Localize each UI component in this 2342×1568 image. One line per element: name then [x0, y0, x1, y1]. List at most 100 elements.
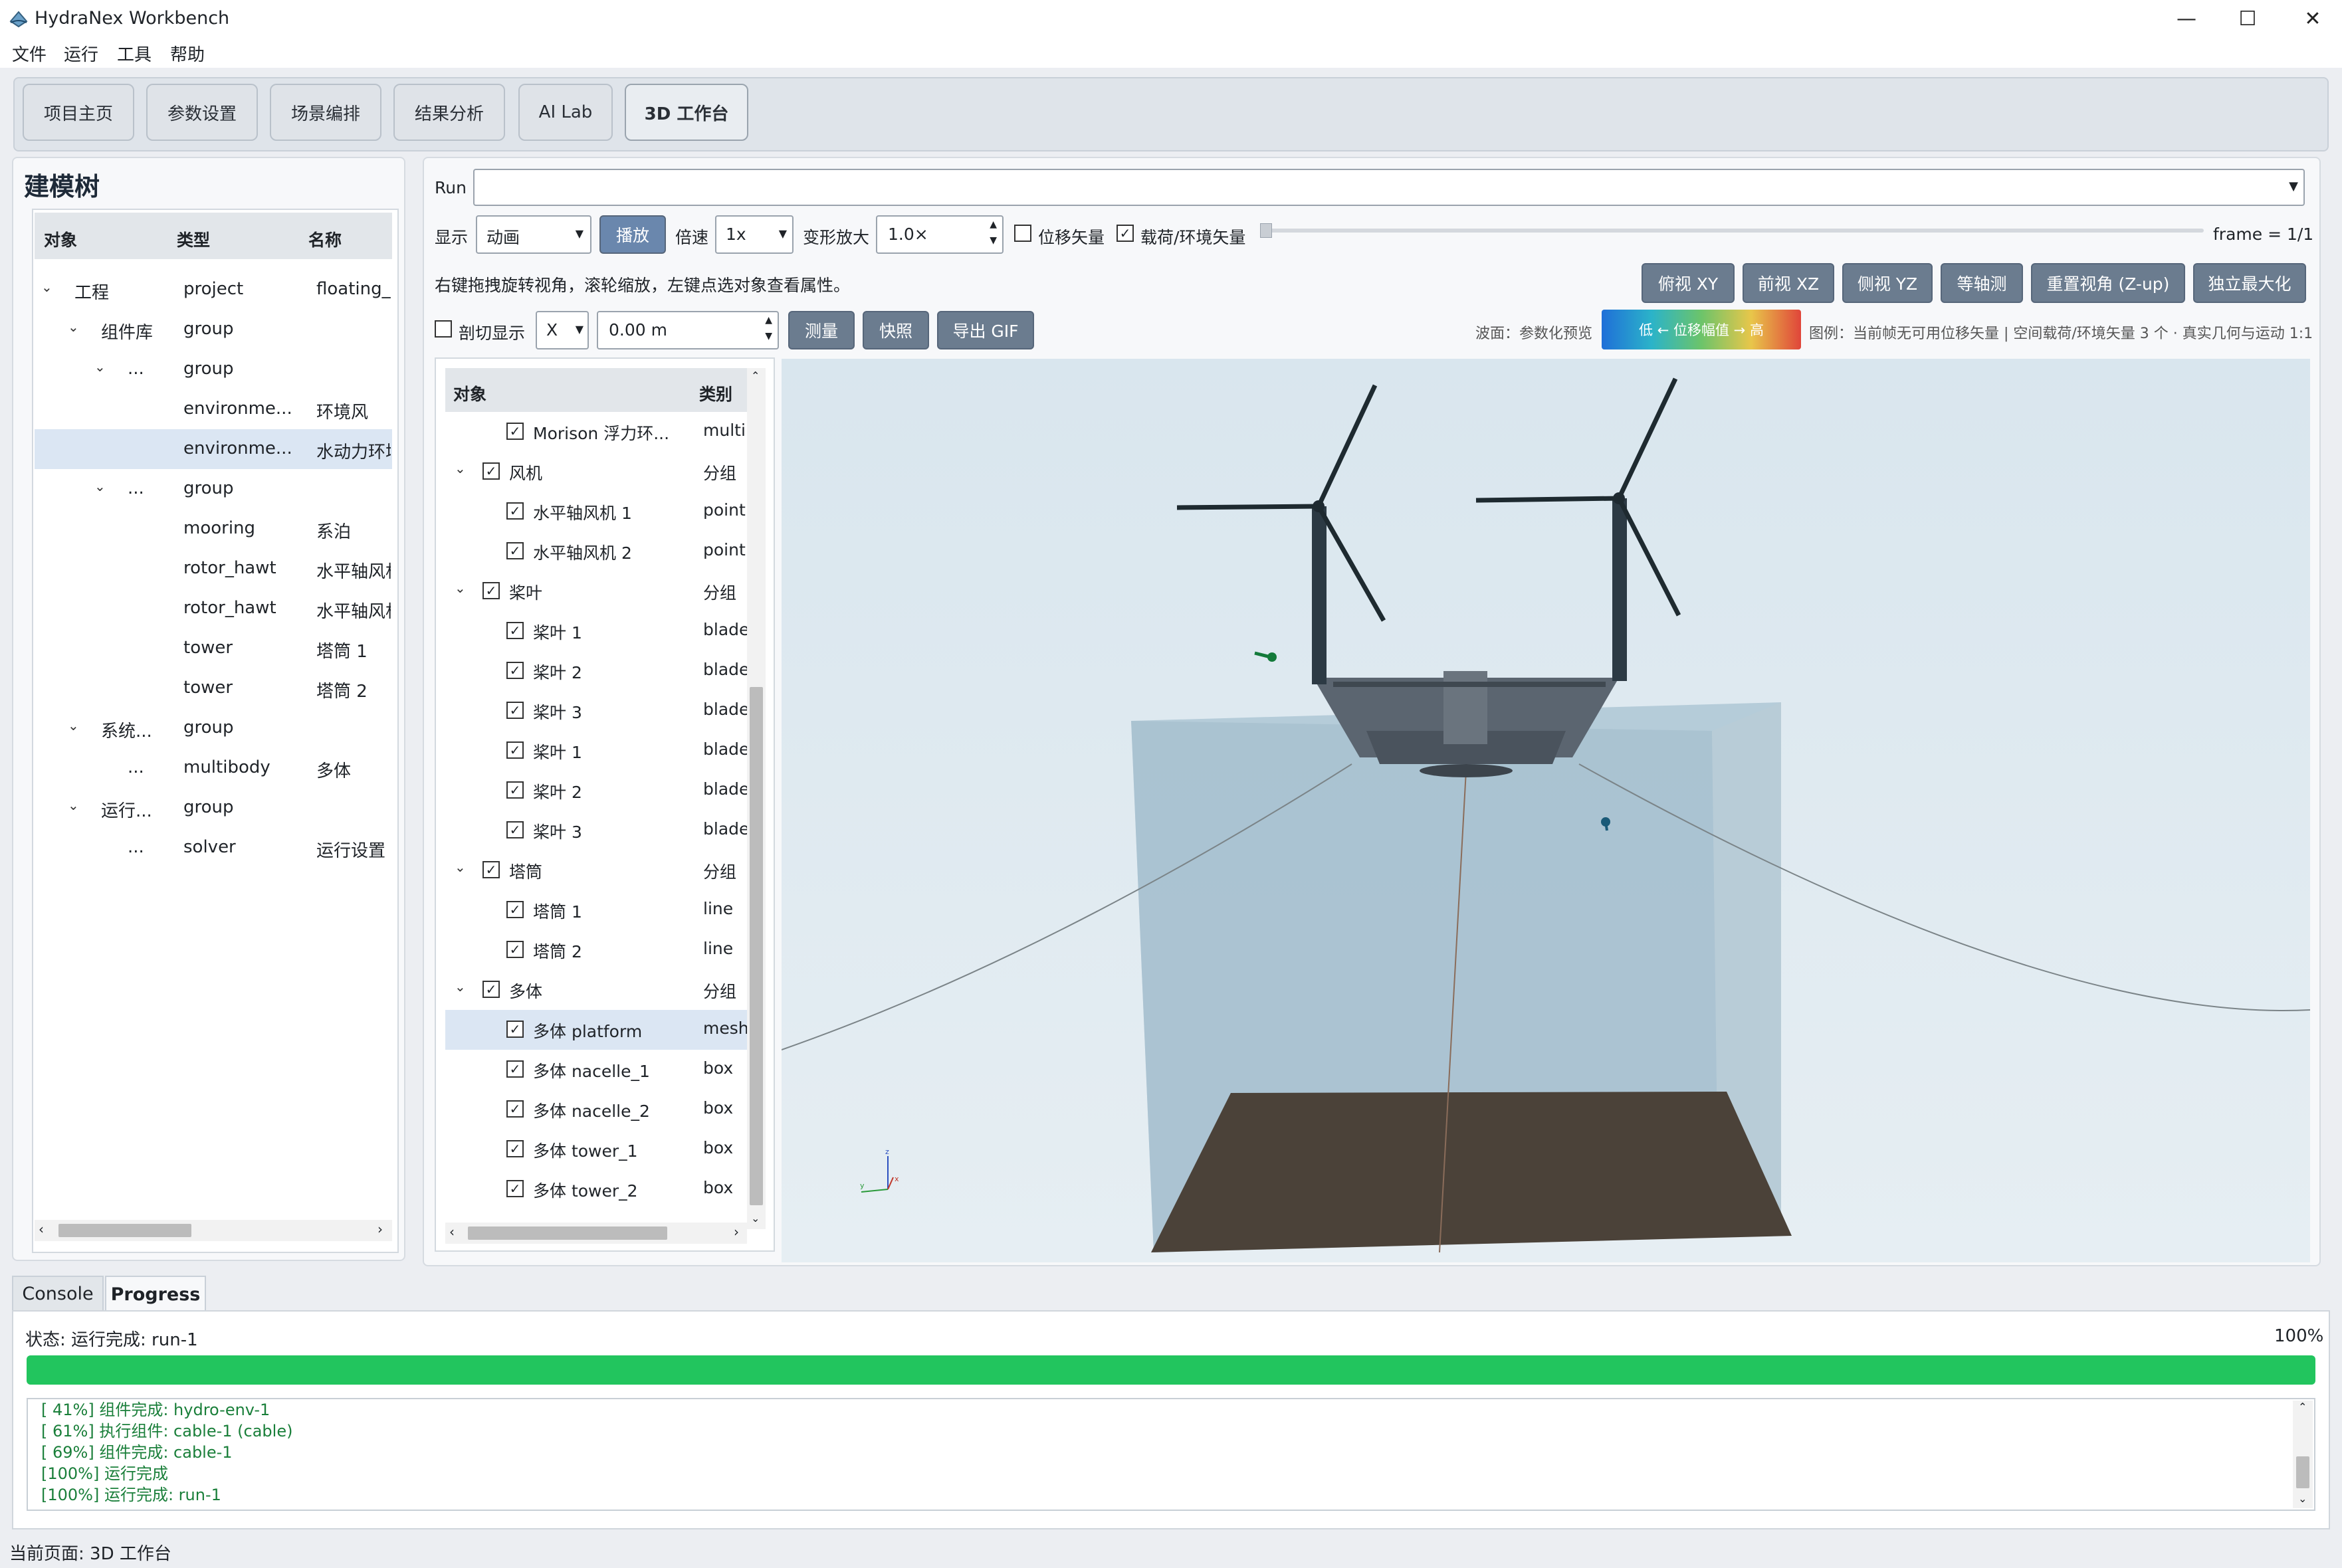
object-row[interactable]: ⌄ ✓ 风机 分组 — [445, 452, 756, 492]
object-row[interactable]: ⌄ ✓ 多体 分组 — [445, 970, 756, 1010]
tab-3d-workbench[interactable]: 3D 工作台 — [625, 84, 748, 141]
tree-row[interactable]: ⌄... group — [35, 349, 392, 389]
tree-row[interactable]: ⌄ 系统... group — [35, 708, 392, 748]
chevron-down-icon[interactable]: ⌄ — [455, 460, 466, 476]
minimize-icon[interactable]: — — [2153, 0, 2220, 37]
object-row[interactable]: ✓ 多体 platform mesh — [445, 1010, 756, 1050]
scroll-up-icon[interactable]: ⌃ — [751, 369, 760, 382]
tree-row[interactable]: ⌄ 组件库 group — [35, 310, 392, 349]
object-visibility-checkbox[interactable]: ✓ — [506, 622, 524, 639]
display-select[interactable]: 动画 ▼ — [476, 215, 591, 254]
speed-select[interactable]: 1x ▼ — [715, 215, 794, 254]
chevron-down-icon[interactable]: ⌄ — [41, 279, 53, 295]
log-vscrollbar[interactable]: ⌃ ⌄ — [2293, 1401, 2313, 1508]
view-top-button[interactable]: 俯视 XY — [1642, 263, 1735, 303]
chevron-down-icon[interactable]: ⌄ — [68, 797, 79, 813]
frame-slider-track[interactable] — [1263, 229, 2204, 233]
object-visibility-checkbox[interactable]: ✓ — [506, 502, 524, 520]
object-visibility-checkbox[interactable]: ✓ — [482, 861, 500, 878]
object-list-hscrollbar[interactable]: ‹ › — [445, 1223, 747, 1244]
scroll-thumb[interactable] — [58, 1224, 191, 1237]
object-visibility-checkbox[interactable]: ✓ — [506, 741, 524, 759]
deform-spinbox[interactable]: 1.0× ▲ ▼ — [876, 215, 1004, 254]
tree-row[interactable]: tower 塔筒 2 — [35, 668, 392, 708]
clip-axis-select[interactable]: X ▼ — [536, 311, 589, 349]
tab-progress[interactable]: Progress — [105, 1276, 206, 1312]
object-row[interactable]: ✓ 多体 tower_2 box — [445, 1169, 756, 1209]
object-row[interactable]: ✓ 桨叶 1 blade — [445, 611, 756, 651]
object-row[interactable]: ✓ 桨叶 3 blade — [445, 811, 756, 850]
object-row[interactable]: ⌄ ✓ 塔筒 分组 — [445, 850, 756, 890]
disp-vector-checkbox[interactable] — [1014, 225, 1031, 242]
play-button[interactable]: 播放 — [599, 215, 666, 254]
tree-row[interactable]: ... solver 运行设置 — [35, 828, 392, 868]
close-icon[interactable]: ✕ — [2280, 0, 2342, 37]
tree-row[interactable]: ... multibody 多体 — [35, 748, 392, 788]
tree-row[interactable]: mooring 系泊 — [35, 509, 392, 549]
chevron-down-icon[interactable]: ⌄ — [455, 859, 466, 875]
maximize-icon[interactable]: ☐ — [2214, 0, 2281, 37]
object-list-vscrollbar[interactable]: ⌃ ⌄ — [747, 368, 766, 1229]
scroll-thumb[interactable] — [750, 687, 763, 1205]
tab-console[interactable]: Console — [12, 1276, 104, 1312]
progress-log[interactable]: [ 41%] 组件完成: hydro-env-1 [ 61%] 执行组件: ca… — [27, 1398, 2315, 1511]
object-row[interactable]: ✓ 桨叶 2 blade — [445, 771, 756, 811]
scroll-up-icon[interactable]: ⌃ — [2298, 1401, 2307, 1413]
tree-row[interactable]: environme... 水动力环境 — [35, 429, 392, 469]
scroll-down-icon[interactable]: ⌄ — [751, 1212, 760, 1225]
object-visibility-checkbox[interactable]: ✓ — [482, 462, 500, 480]
chevron-down-icon[interactable]: ⌄ — [68, 319, 79, 335]
chevron-down-icon[interactable]: ⌄ — [455, 580, 466, 596]
frame-slider-handle[interactable] — [1260, 223, 1272, 238]
object-visibility-checkbox[interactable]: ✓ — [506, 662, 524, 679]
tree-row[interactable]: ⌄ 运行... group — [35, 788, 392, 828]
reset-view-button[interactable]: 重置视角 (Z-up) — [2031, 263, 2185, 303]
scroll-left-icon[interactable]: ‹ — [449, 1224, 455, 1240]
chevron-down-icon[interactable]: ⌄ — [455, 979, 466, 995]
spin-up-icon[interactable]: ▲ — [990, 219, 997, 230]
scroll-right-icon[interactable]: › — [734, 1224, 739, 1240]
tree-row[interactable]: environme... 环境风 — [35, 389, 392, 429]
scroll-thumb[interactable] — [2296, 1456, 2309, 1488]
object-visibility-checkbox[interactable]: ✓ — [506, 901, 524, 918]
object-visibility-checkbox[interactable]: ✓ — [506, 1100, 524, 1118]
scroll-right-icon[interactable]: › — [377, 1221, 383, 1237]
menu-help[interactable]: 帮助 — [170, 41, 205, 66]
object-visibility-checkbox[interactable]: ✓ — [506, 1140, 524, 1157]
tab-project-home[interactable]: 项目主页 — [23, 84, 134, 141]
tab-ai-lab[interactable]: AI Lab — [518, 84, 613, 141]
object-visibility-checkbox[interactable]: ✓ — [506, 1180, 524, 1197]
object-visibility-checkbox[interactable]: ✓ — [506, 821, 524, 838]
scroll-thumb[interactable] — [468, 1226, 667, 1240]
object-visibility-checkbox[interactable]: ✓ — [506, 542, 524, 559]
spin-up-icon[interactable]: ▲ — [765, 315, 772, 326]
chevron-down-icon[interactable]: ⌄ — [68, 718, 79, 734]
tree-row[interactable]: ⌄ 工程 project floating_m — [35, 270, 392, 310]
view-side-button[interactable]: 侧视 YZ — [1842, 263, 1933, 303]
export-gif-button[interactable]: 导出 GIF — [937, 311, 1034, 349]
object-visibility-checkbox[interactable]: ✓ — [506, 941, 524, 958]
object-row[interactable]: ✓ Morison 浮力环... multi — [445, 412, 756, 452]
view-iso-button[interactable]: 等轴测 — [1941, 263, 2023, 303]
object-visibility-checkbox[interactable]: ✓ — [506, 781, 524, 799]
object-row[interactable]: ✓ 多体 tower_1 box — [445, 1129, 756, 1169]
scroll-down-icon[interactable]: ⌄ — [2298, 1492, 2307, 1505]
menu-tools[interactable]: 工具 — [117, 41, 152, 66]
snapshot-button[interactable]: 快照 — [863, 311, 929, 349]
object-row[interactable]: ✓ 水平轴风机 1 point — [445, 492, 756, 532]
object-row[interactable]: ⌄ ✓ 桨叶 分组 — [445, 571, 756, 611]
object-row[interactable]: ✓ 桨叶 2 blade — [445, 651, 756, 691]
tree-hscrollbar[interactable]: ‹ › — [35, 1220, 392, 1241]
object-row[interactable]: ✓ 水平轴风机 2 point — [445, 532, 756, 571]
object-visibility-checkbox[interactable]: ✓ — [482, 582, 500, 599]
object-visibility-checkbox[interactable]: ✓ — [506, 423, 524, 440]
measure-button[interactable]: 测量 — [788, 311, 855, 349]
chevron-down-icon[interactable]: ⌄ — [94, 359, 106, 375]
spin-down-icon[interactable]: ▼ — [990, 235, 997, 246]
tree-row[interactable]: tower 塔筒 1 — [35, 629, 392, 668]
object-row[interactable]: ✓ 塔筒 1 line — [445, 890, 756, 930]
object-visibility-checkbox[interactable]: ✓ — [506, 702, 524, 719]
tab-scene[interactable]: 场景编排 — [270, 84, 381, 141]
run-select[interactable]: ▼ — [473, 169, 2305, 206]
clip-offset-spinbox[interactable]: 0.00 m ▲ ▼ — [597, 311, 779, 349]
